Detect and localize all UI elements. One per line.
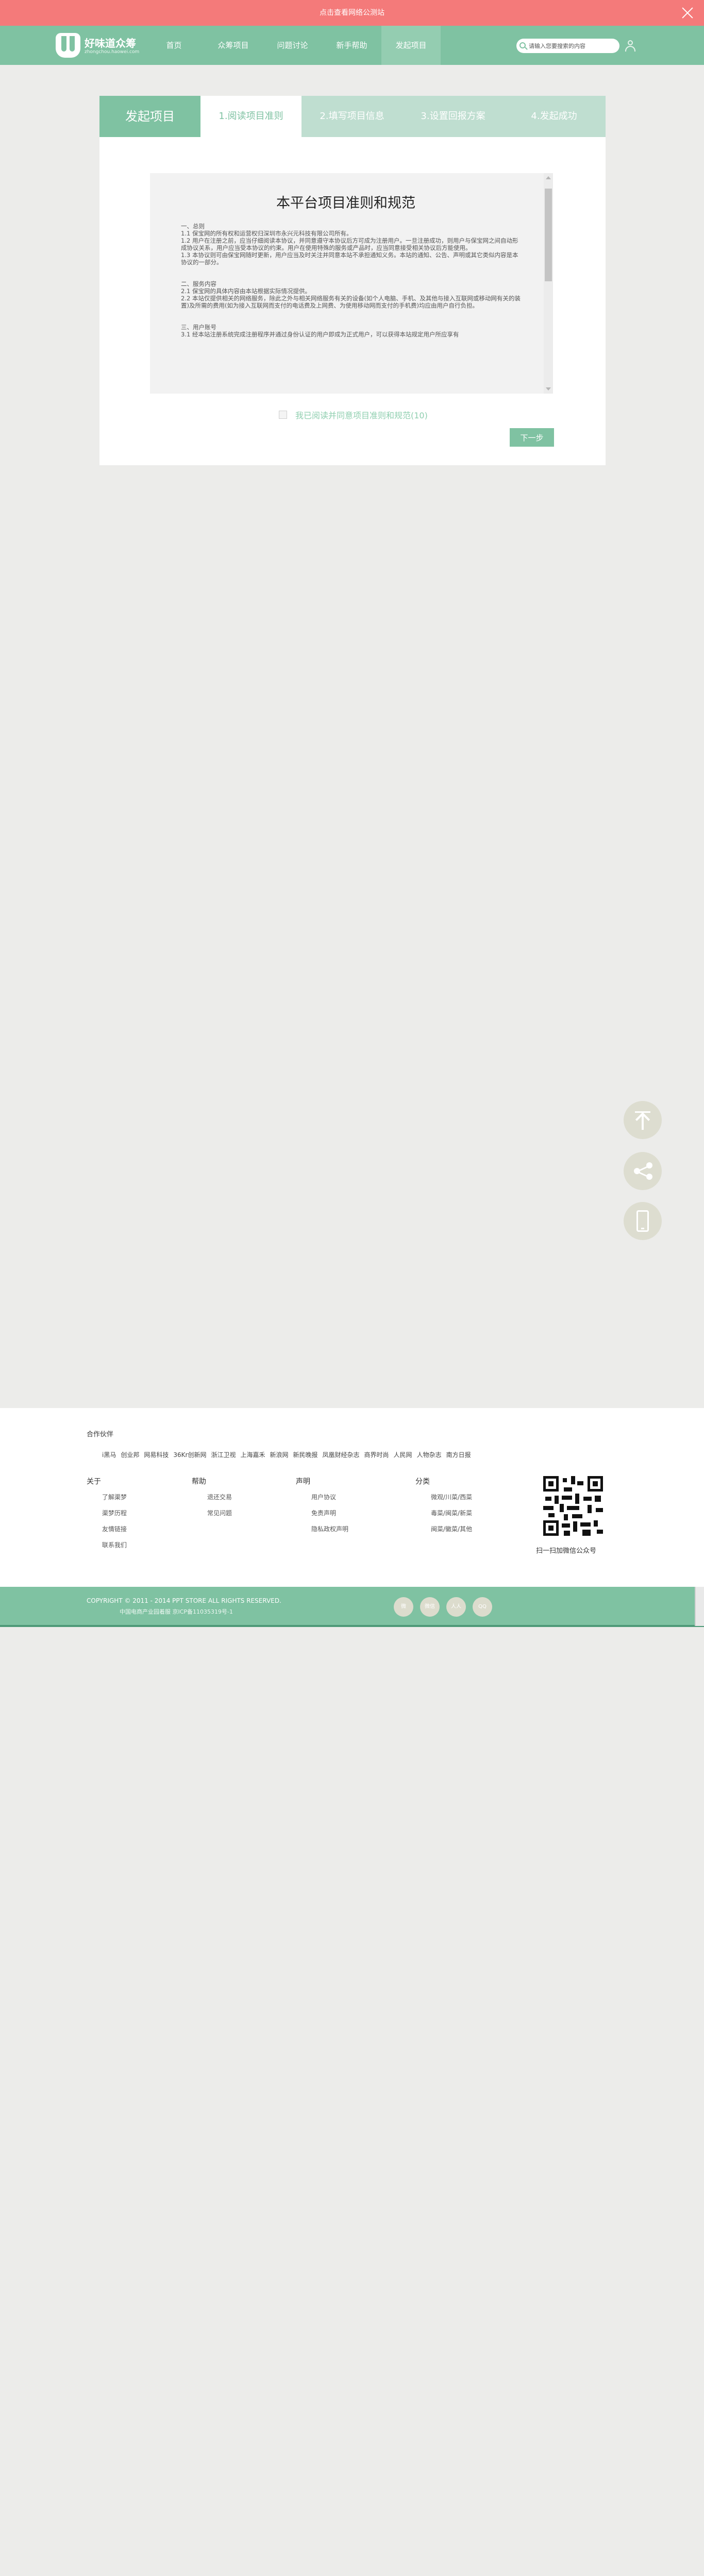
step-set-rewards: 3.设置回报方案 — [421, 111, 485, 122]
partner-link[interactable]: i黑马 — [102, 1450, 116, 1459]
nav-item-home[interactable]: 首页 — [144, 26, 204, 65]
renren-icon[interactable]: 人人 — [446, 1597, 466, 1617]
partner-link[interactable]: 商界时尚 — [364, 1450, 389, 1459]
user-icon[interactable] — [625, 40, 636, 53]
terms-scroll-box[interactable]: 本平台项目准则和规范 一、总则 1.1 保宝网的所有权和运营权归深圳市永兴元科技… — [150, 173, 553, 394]
steps-heading: 发起项目 — [99, 96, 200, 137]
mobile-button[interactable] — [624, 1202, 662, 1240]
partner-link[interactable]: 凤凰财经杂志 — [323, 1450, 360, 1459]
footer-link[interactable]: 微观/川菜/西菜 — [431, 1494, 472, 1501]
footer-link[interactable]: 退还交易 — [207, 1494, 232, 1501]
nav-item-projects[interactable]: 众筹项目 — [204, 26, 263, 65]
terms-paragraph: 2.1 保宝网的具体内容由本站根据实际情况提供。 — [181, 287, 311, 295]
footer: 合作伙伴 i黑马 创业邦 网易科技 36Kr创新网 浙江卫视 上海嘉禾 新浪网 … — [0, 1408, 704, 1587]
logo-mark-icon — [56, 33, 80, 58]
footer-column-about: 关于 了解渠梦 渠梦历程 友情链接 联系我们 — [87, 1476, 127, 1557]
qq-icon[interactable]: QQ — [473, 1597, 492, 1617]
footer-link[interactable]: 免责声明 — [311, 1510, 348, 1517]
step-fill-info: 2.填写项目信息 — [320, 111, 384, 122]
partner-link[interactable]: 人民网 — [394, 1450, 412, 1459]
footer-column-head: 分类 — [415, 1478, 430, 1486]
share-button[interactable] — [624, 1152, 662, 1190]
back-to-top-button[interactable] — [624, 1101, 662, 1139]
logo-subtitle: zhongchou.haowei.com — [85, 49, 140, 55]
copyright-bar: COPYRIGHT © 2011 - 2014 PPT STORE ALL RI… — [0, 1587, 704, 1627]
main-nav: 好味道众筹 zhongchou.haowei.com 首页 众筹项目 问题讨论 … — [0, 26, 704, 65]
terms-paragraph: 1.1 保宝网的所有权和运营权归深圳市永兴元科技有限公司所有。 — [181, 230, 353, 237]
partners-list: i黑马 创业邦 网易科技 36Kr创新网 浙江卫视 上海嘉禾 新浪网 新民晚报 … — [102, 1450, 476, 1459]
partner-link[interactable]: 36Kr创新网 — [173, 1450, 206, 1459]
partner-link[interactable]: 新浪网 — [270, 1450, 288, 1459]
terms-paragraph: 三、用户账号 — [181, 324, 216, 331]
step-progress: 发起项目 1.阅读项目准则 2.填写项目信息 3.设置回报方案 4.发起成功 — [99, 96, 606, 137]
search-icon[interactable] — [519, 42, 526, 48]
footer-link[interactable]: 毒菜/闽菜/新菜 — [431, 1510, 472, 1517]
step-success: 4.发起成功 — [531, 111, 577, 122]
next-step-button[interactable]: 下一步 — [510, 428, 554, 447]
footer-column-statement: 声明 用户协议 免责声明 隐私政权声明 — [296, 1476, 348, 1541]
footer-link[interactable]: 隐私政权声明 — [311, 1526, 348, 1533]
footer-column-help: 帮助 退还交易 常见问题 — [192, 1476, 232, 1526]
agree-terms-checkbox[interactable]: 我已阅读并同意项目准则和规范(10) — [279, 409, 428, 421]
banner-link[interactable]: 点击查看网络公测站 — [0, 0, 704, 26]
terms-paragraph: 二、服务内容 — [181, 280, 216, 287]
nav-item-discussion[interactable]: 问题讨论 — [263, 26, 322, 65]
terms-paragraph: 3.1 经本站注册系统完成注册程序并通过身份认证的用户即成为正式用户，可以获得本… — [181, 331, 459, 338]
search-box — [516, 39, 619, 53]
weibo-icon[interactable]: 微 — [394, 1597, 413, 1617]
partner-link[interactable]: 人物杂志 — [417, 1450, 442, 1459]
partner-link[interactable]: 南方日报 — [446, 1450, 471, 1459]
partners-title: 合作伙伴 — [87, 1431, 114, 1438]
logo-title: 好味道众筹 — [85, 37, 136, 49]
icp-text: 中国电商产业园着服 京ICP备11035319号-1 — [120, 1608, 233, 1615]
scrollbar-thumb[interactable] — [545, 189, 552, 281]
partner-link[interactable]: 浙江卫视 — [211, 1450, 236, 1459]
footer-link[interactable]: 友情链接 — [102, 1526, 127, 1533]
agree-terms-label[interactable]: 我已阅读并同意项目准则和规范(10) — [295, 409, 428, 421]
footer-column-category: 分类 微观/川菜/西菜 毒菜/闽菜/新菜 闽菜/徽菜/其他 — [415, 1476, 472, 1541]
terms-body: 一、总则 1.1 保宝网的所有权和运营权归深圳市永兴元科技有限公司所有。 1.2… — [181, 223, 521, 338]
step-read-rules: 1.阅读项目准则 — [200, 96, 301, 137]
footer-link[interactable]: 联系我们 — [102, 1541, 127, 1549]
terms-paragraph: 2.2 本站仅提供相关的网络服务，除此之外与相关网络服务有关的设备(如个人电脑、… — [181, 295, 521, 309]
mobile-icon — [636, 1210, 649, 1232]
scroll-up-icon[interactable] — [546, 176, 551, 179]
copyright-text: COPYRIGHT © 2011 - 2014 PPT STORE ALL RI… — [87, 1597, 281, 1604]
partner-link[interactable]: 创业邦 — [121, 1450, 139, 1459]
site-logo[interactable]: 好味道众筹 zhongchou.haowei.com — [56, 33, 143, 58]
partner-link[interactable]: 上海嘉禾 — [240, 1450, 265, 1459]
partner-link[interactable]: 新民晚报 — [293, 1450, 318, 1459]
wechat-icon[interactable]: 微信 — [420, 1597, 440, 1617]
footer-column-head: 声明 — [296, 1478, 310, 1486]
close-icon[interactable] — [680, 6, 695, 20]
footer-link[interactable]: 闽菜/徽菜/其他 — [431, 1526, 472, 1533]
footer-link[interactable]: 用户协议 — [311, 1494, 348, 1501]
checkbox-icon[interactable] — [279, 411, 287, 419]
nav-item-launch-project[interactable]: 发起项目 — [381, 26, 441, 65]
nav-menu: 首页 众筹项目 问题讨论 新手帮助 发起项目 — [144, 26, 441, 65]
terms-paragraph: 一、总则 — [181, 223, 205, 230]
share-icon — [646, 1162, 652, 1168]
terms-scrollbar[interactable] — [544, 173, 553, 394]
qr-caption: 扫一扫加微信公众号 — [536, 1547, 597, 1555]
footer-link[interactable]: 了解渠梦 — [102, 1494, 127, 1501]
launch-project-panel: 发起项目 1.阅读项目准则 2.填写项目信息 3.设置回报方案 4.发起成功 本… — [99, 96, 606, 465]
footer-link[interactable]: 渠梦历程 — [102, 1510, 127, 1517]
announcement-banner: 点击查看网络公测站 — [0, 0, 704, 26]
wechat-qr-code — [543, 1476, 603, 1536]
terms-title: 本平台项目准则和规范 — [276, 195, 415, 211]
terms-paragraph: 1.3 本协议则可由保宝网随时更新，用户应当及时关注并同意本站不承担通知义务。本… — [181, 251, 518, 266]
partner-link[interactable]: 网易科技 — [144, 1450, 169, 1459]
footer-column-head: 关于 — [87, 1478, 101, 1486]
footer-column-head: 帮助 — [192, 1478, 206, 1486]
nav-item-help[interactable]: 新手帮助 — [322, 26, 381, 65]
terms-paragraph: 1.2 用户在注册之前，应当仔细阅读本协议，并同意遵守本协议后方可成为注册用户。… — [181, 237, 518, 251]
scroll-down-icon[interactable] — [546, 387, 551, 391]
social-links: 微 微信 人人 QQ — [394, 1597, 499, 1617]
footer-link[interactable]: 常见问题 — [207, 1510, 232, 1517]
search-input[interactable] — [529, 41, 615, 51]
edge-strip — [695, 1587, 704, 1626]
